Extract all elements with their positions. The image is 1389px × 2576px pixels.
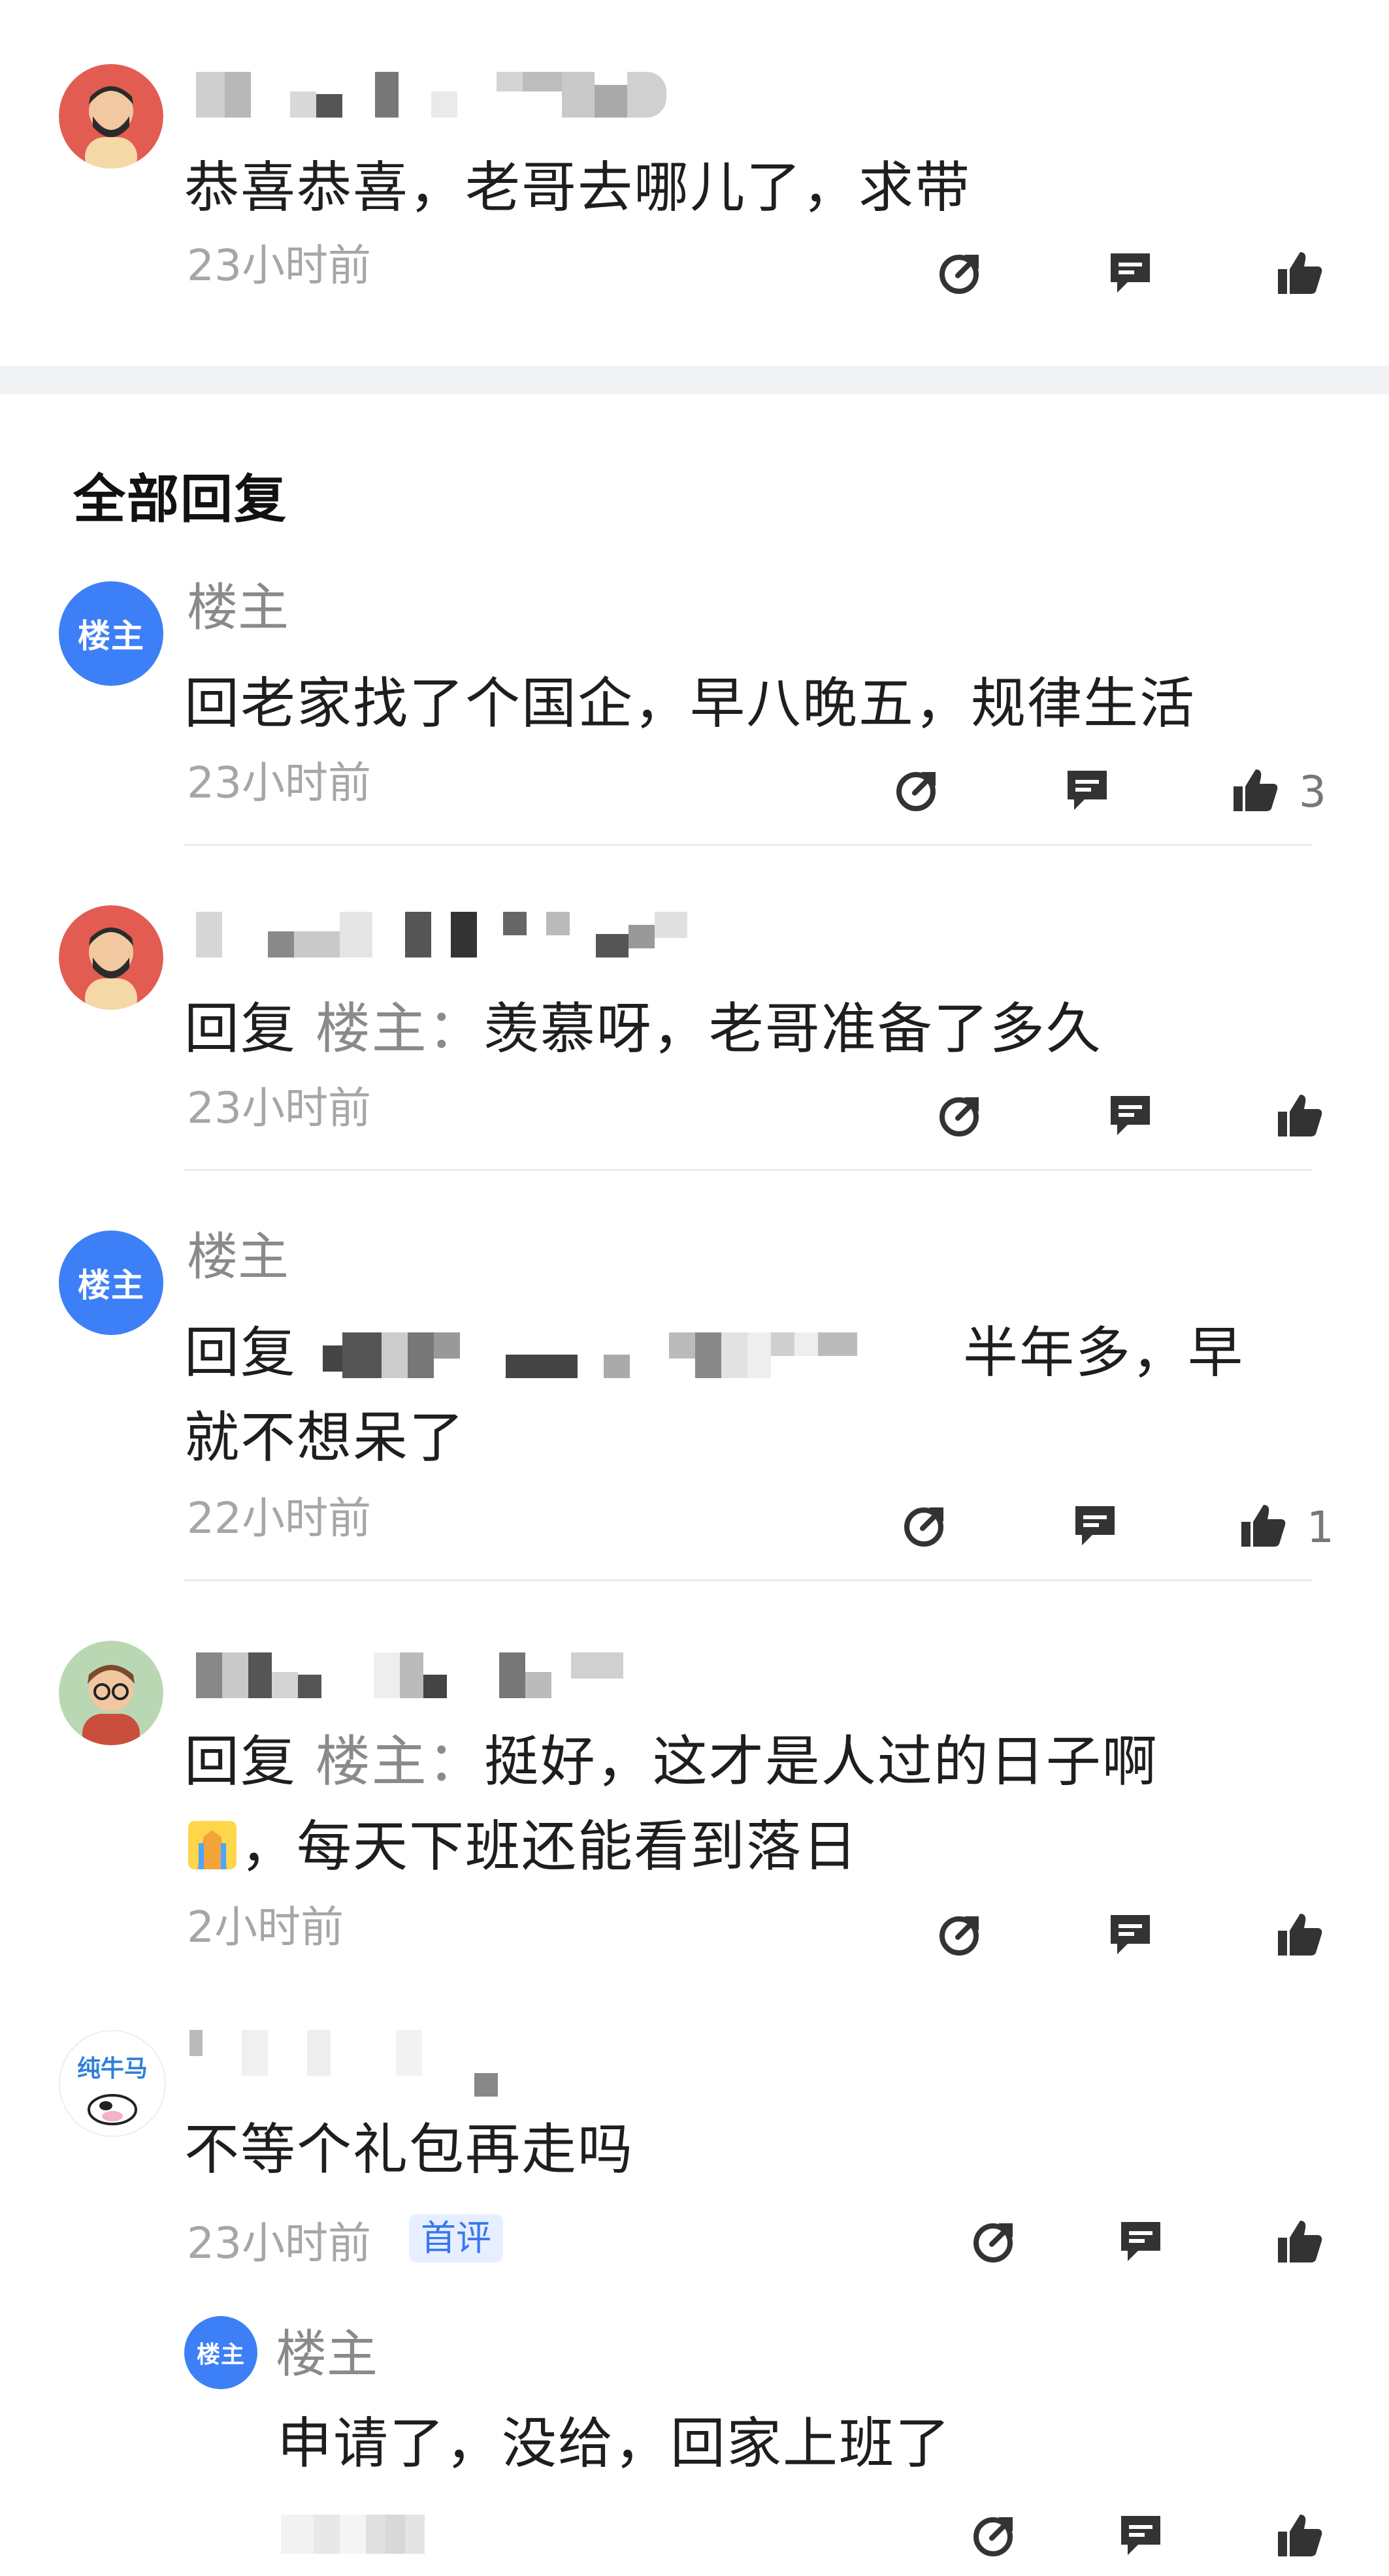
username-redacted xyxy=(189,2030,498,2097)
like-button[interactable] xyxy=(1273,2508,1328,2563)
reply-prefix: 回复 xyxy=(184,997,297,1061)
reply-button[interactable] xyxy=(1103,246,1158,300)
thumbs-up-icon xyxy=(1278,2515,1322,2556)
divider xyxy=(184,1579,1312,1581)
share-button[interactable] xyxy=(890,763,945,818)
host-avatar-small[interactable]: 楼主 xyxy=(184,2316,257,2389)
user-avatar[interactable]: 纯牛马 xyxy=(59,2030,166,2137)
thumbs-up-icon xyxy=(1278,1914,1322,1956)
share-icon xyxy=(940,255,979,294)
user-avatar[interactable] xyxy=(59,905,163,1010)
avatar-illustration-icon xyxy=(59,905,163,1010)
reply-time: 2小时前 xyxy=(187,1902,344,1952)
section-separator xyxy=(0,366,1389,394)
comment-content: 恭喜恭喜，老哥去哪儿了，求带 xyxy=(184,155,972,219)
comment-icon xyxy=(1121,2222,1160,2261)
nested-reply-author[interactable]: 楼主 xyxy=(276,2329,378,2380)
reply-button[interactable] xyxy=(1113,2508,1168,2563)
username-redacted xyxy=(196,72,666,118)
divider xyxy=(184,844,1312,846)
reply-button[interactable] xyxy=(1068,1498,1122,1553)
share-icon xyxy=(940,1097,979,1136)
avatar-illustration-icon xyxy=(59,1641,163,1745)
share-button[interactable] xyxy=(933,1088,988,1143)
thumbs-up-icon xyxy=(1278,1095,1322,1136)
reply-time: 22小时前 xyxy=(187,1493,371,1543)
comment-icon xyxy=(1111,1096,1150,1135)
reply-button[interactable] xyxy=(1113,2214,1168,2269)
user-avatar[interactable] xyxy=(59,1641,163,1745)
reply-button[interactable] xyxy=(1060,763,1115,818)
comment-icon xyxy=(1068,771,1107,810)
like-button[interactable] xyxy=(1273,2214,1328,2269)
first-comment-badge: 首评 xyxy=(409,2214,503,2262)
reply-prefix: 回复 xyxy=(184,1730,297,1794)
reply-content: 回复 xyxy=(184,1310,297,1395)
reply-button[interactable] xyxy=(1103,1907,1158,1962)
host-avatar[interactable]: 楼主 xyxy=(59,1231,163,1335)
reply-text-line1: 挺好，这才是人过的日子啊 xyxy=(483,1730,1158,1794)
comment-time: 23小时前 xyxy=(187,240,371,291)
like-button[interactable] xyxy=(1236,1498,1291,1553)
reply-content: 不等个礼包再走吗 xyxy=(184,2117,634,2182)
thumbs-up-icon xyxy=(1241,1505,1286,1547)
reply-text-line2: 就不想呆了 xyxy=(184,1406,466,1470)
comment-icon xyxy=(1111,253,1150,293)
reply-content: 回老家找了个国企，早八晚五，规律生活 xyxy=(184,671,1196,735)
reply-content: 回复 楼主：挺好，这才是人过的日子啊 xyxy=(184,1719,1158,1804)
comment-icon xyxy=(1111,1915,1150,1954)
reply-author[interactable]: 楼主 xyxy=(187,1232,289,1283)
section-title: 全部回复 xyxy=(73,469,287,530)
reply-time: 23小时前 xyxy=(187,1083,371,1133)
share-icon xyxy=(904,1507,943,1547)
like-count: 3 xyxy=(1299,767,1326,817)
comment-icon xyxy=(1075,1506,1115,1545)
mention-redacted xyxy=(323,1332,857,1378)
share-button[interactable] xyxy=(933,1907,988,1962)
share-icon xyxy=(973,2517,1013,2556)
reply-content: 回复 楼主：羡慕呀，老哥准备了多久 xyxy=(184,986,1102,1071)
reply-line2: ，每天下班还能看到落日 xyxy=(184,1804,858,1889)
share-icon xyxy=(973,2223,1013,2262)
reply-text-line1: 半年多，早 xyxy=(963,1321,1245,1385)
user-avatar[interactable] xyxy=(59,64,163,169)
comment-icon xyxy=(1121,2516,1160,2555)
reply-prefix: 回复 xyxy=(184,1321,297,1385)
reply-author[interactable]: 楼主 xyxy=(187,583,289,634)
like-button[interactable] xyxy=(1273,1088,1328,1143)
thumbs-up-icon xyxy=(1278,252,1322,294)
like-count: 1 xyxy=(1307,1502,1334,1553)
reply-text-line2: ，每天下班还能看到落日 xyxy=(240,1814,859,1878)
share-button[interactable] xyxy=(898,1498,953,1553)
share-icon xyxy=(940,1916,979,1956)
username-redacted xyxy=(196,1652,623,1698)
cow-icon xyxy=(88,2094,137,2125)
share-button[interactable] xyxy=(967,2508,1022,2563)
avatar-illustration-icon xyxy=(59,64,163,169)
share-icon xyxy=(896,772,936,811)
thumbs-up-icon xyxy=(1278,2221,1322,2262)
like-button[interactable] xyxy=(1273,246,1328,300)
reply-target[interactable]: 楼主： xyxy=(316,1730,484,1794)
thumbs-up-icon xyxy=(1234,769,1278,811)
divider xyxy=(184,1169,1312,1171)
like-button[interactable] xyxy=(1228,763,1283,818)
reply-text: 羡慕呀，老哥准备了多久 xyxy=(483,997,1102,1061)
host-avatar[interactable]: 楼主 xyxy=(59,581,163,686)
share-button[interactable] xyxy=(933,246,988,300)
username-redacted xyxy=(196,912,687,958)
reply-target[interactable]: 楼主： xyxy=(316,997,484,1061)
reply-button[interactable] xyxy=(1103,1088,1158,1143)
like-button[interactable] xyxy=(1273,1907,1328,1962)
crying-pray-emoji-icon xyxy=(188,1821,237,1869)
time-redacted xyxy=(281,2515,425,2554)
share-button[interactable] xyxy=(967,2214,1022,2269)
reply-time: 23小时前 xyxy=(187,2218,371,2268)
nested-reply-content: 申请了，没给，回家上班了 xyxy=(277,2411,952,2475)
reply-time: 23小时前 xyxy=(187,758,371,808)
